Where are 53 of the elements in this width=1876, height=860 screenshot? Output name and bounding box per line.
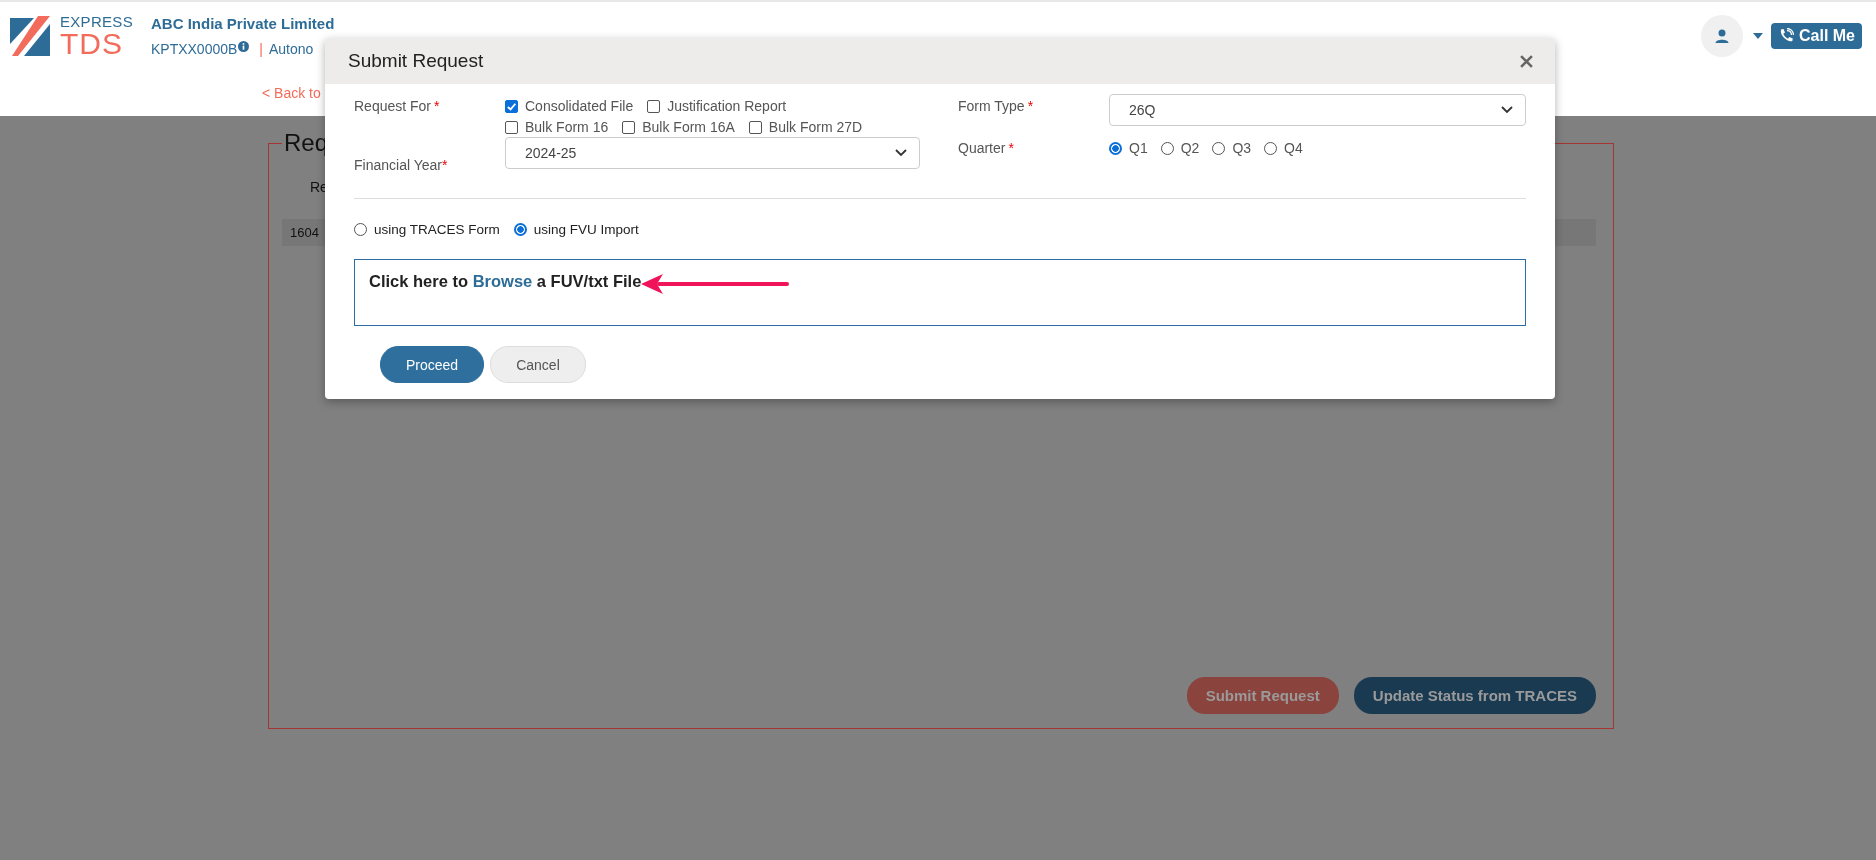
tan-number: KPTXX0000B [150,41,238,57]
dialog-button[interactable]: Cancel [490,346,586,383]
checkbox[interactable] [622,120,636,134]
user-avatar[interactable] [1701,15,1743,57]
checkbox-label: Bulk Form 16A [642,119,735,135]
form-type-select[interactable]: 26Q [1109,94,1526,126]
radio-button[interactable] [1109,141,1122,155]
checkbox-label: Justification Report [667,98,787,114]
field-label: Form Type [958,98,1025,114]
company-name: ABC India Private Limited [150,15,335,32]
radio-label: Q3 [1232,140,1252,156]
chevron-down-icon [895,149,907,157]
radio-button[interactable] [513,223,527,236]
required-mark: * [1027,98,1034,114]
browse-link[interactable]: Browse [472,272,533,290]
radio-label: using TRACES Form [374,222,500,237]
file-drop-area[interactable]: Click here to Browse a FUV/txt File [354,259,1526,326]
field-label: Quarter [958,140,1006,156]
radio-label: using FVU Import [533,222,639,237]
checkbox[interactable] [748,120,762,134]
chevron-down-icon [1501,106,1513,114]
required-mark: * [434,98,440,114]
logo-bottom-text: TDS [60,28,123,59]
checkbox[interactable] [647,99,661,113]
logo-top-text: EXPRESS [60,13,133,29]
field-label: Request For [354,98,432,114]
required-mark: * [441,157,448,173]
close-icon[interactable] [1520,54,1533,68]
section-link[interactable]: Autono [269,41,314,57]
caret-icon[interactable] [1753,33,1763,39]
radio-label: Q1 [1129,140,1148,156]
radio-label: Q4 [1284,140,1303,156]
dialog-button[interactable]: Proceed [380,346,485,383]
user-icon [1714,28,1730,44]
field-label: Financial Year [354,157,442,173]
checkbox-label: Bulk Form 27D [768,119,863,135]
back-link[interactable]: < Back to [262,85,321,101]
separator: | [259,41,263,57]
checkbox[interactable] [505,99,518,113]
info-icon [238,41,250,52]
checkbox-label: Bulk Form 16 [525,119,609,135]
checkbox-label: Consolidated File [525,98,634,114]
table-cell: 1604 [290,225,319,240]
phone-icon [1778,28,1794,44]
checkbox[interactable] [505,120,518,134]
required-mark: * [1008,140,1014,156]
financial-year-select[interactable]: 2024-25 [505,137,920,169]
upload-text: Click here to Browse a FUV/txt File [369,272,642,291]
call-me-button[interactable]: Call Me [1771,23,1862,49]
page-action-button[interactable]: Update Status from TRACES [1353,677,1596,714]
logo-mark-icon [8,14,52,58]
dialog-title: Submit Request [348,50,484,72]
radio-label: Q2 [1180,140,1200,156]
